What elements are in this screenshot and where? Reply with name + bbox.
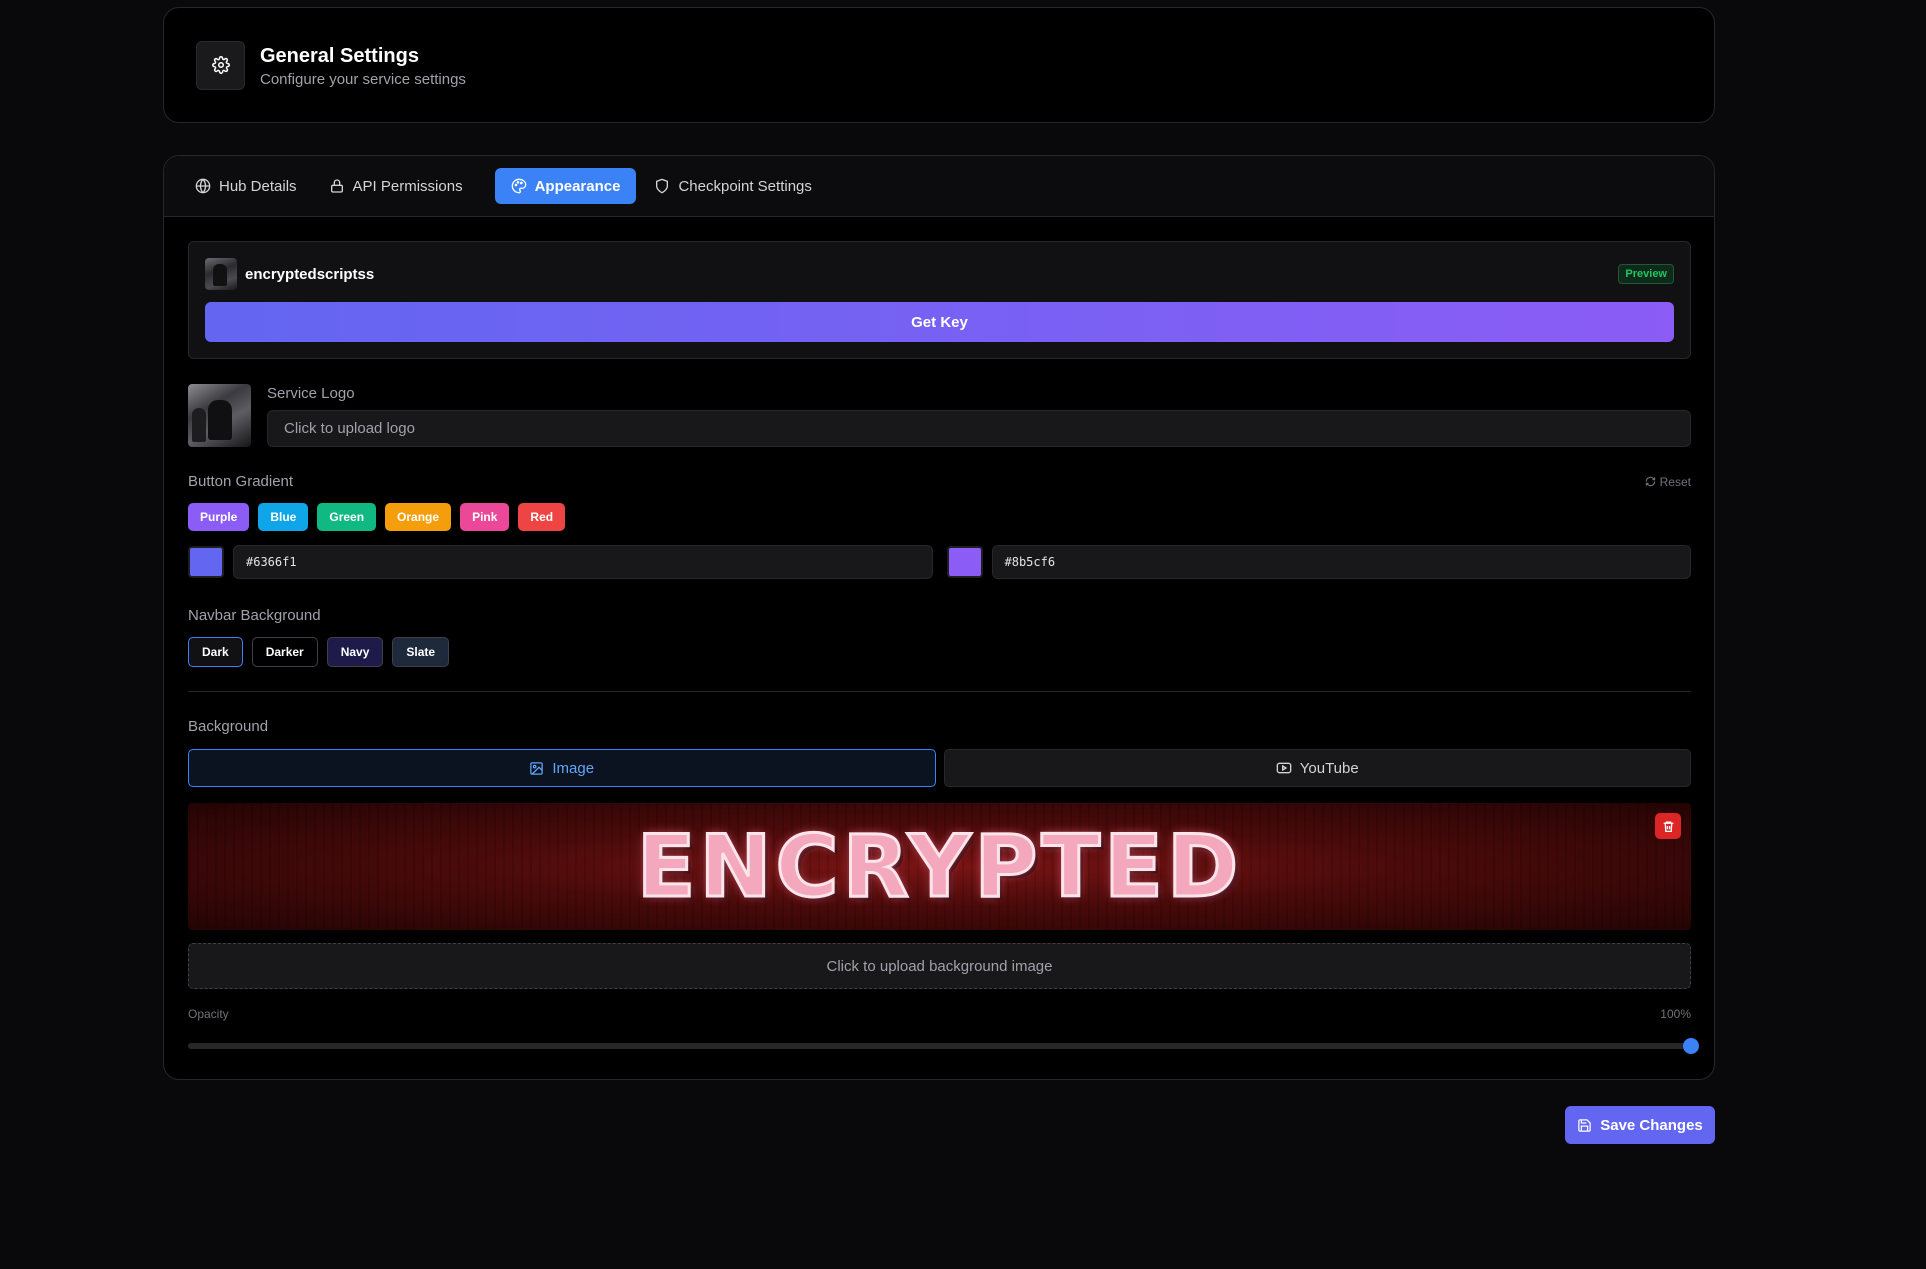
save-changes-button[interactable]: Save Changes [1565,1106,1715,1144]
refresh-icon [1645,476,1655,487]
shield-icon [656,178,669,194]
start-color-input[interactable]: #6366f1 [233,545,933,579]
tab-checkpoint-settings[interactable]: Checkpoint Settings [654,168,825,204]
preview-service-name: encryptedscriptss [245,265,375,283]
header-card: General Settings Configure your service … [163,7,1715,123]
preset-blue[interactable]: Blue [258,503,309,531]
tab-label: API Permissions [352,177,463,195]
youtube-toggle-label: YouTube [1299,759,1359,777]
preset-red[interactable]: Red [518,503,566,531]
background-image-preview: ENCRYPTED [188,803,1691,930]
tab-label: Hub Details [219,177,297,195]
preset-purple[interactable]: Purple [188,503,250,531]
avatar [205,258,237,290]
navbar-background-options: Dark Darker Navy Slate [188,637,1691,667]
opacity-slider[interactable] [188,1038,1699,1054]
navbar-background-label: Navbar Background [188,607,321,624]
settings-page: General Settings Configure your service … [163,7,1715,1080]
preview-panel: encryptedscriptss Preview Get Key [188,241,1691,359]
tab-label: Checkpoint Settings [678,177,812,195]
get-key-button[interactable]: Get Key [205,302,1674,342]
tab-label: Appearance [534,177,621,195]
image-icon [530,761,544,775]
preset-pink[interactable]: Pink [460,503,510,531]
background-image-toggle[interactable]: Image [188,749,936,787]
background-label: Background [188,718,269,735]
start-color-swatch[interactable] [188,546,224,578]
navbar-option-navy[interactable]: Navy [326,637,384,667]
globe-icon [195,178,211,194]
tab-bar: Hub Details API Permissions Appearance C… [164,156,1714,217]
palette-icon [511,178,526,194]
navbar-option-darker[interactable]: Darker [251,637,318,667]
tab-appearance[interactable]: Appearance [494,168,637,204]
logo-upload-field[interactable]: Click to upload logo [267,410,1691,447]
image-toggle-label: Image [552,759,595,777]
service-logo-label: Service Logo [267,385,355,402]
save-icon [1578,1118,1591,1132]
save-label: Save Changes [1600,1116,1703,1134]
page-subtitle: Configure your service settings [260,70,466,88]
trash-icon [1663,820,1673,832]
gradient-presets: Purple Blue Green Orange Pink Red [188,503,1691,531]
navbar-option-dark[interactable]: Dark [188,637,243,667]
preview-badge: Preview [1618,264,1674,284]
delete-background-button[interactable] [1655,813,1681,839]
preset-green[interactable]: Green [317,503,377,531]
tab-hub-details[interactable]: Hub Details [195,168,311,204]
lock-icon [330,179,343,193]
end-color-swatch[interactable] [946,546,983,578]
gear-icon [196,40,245,90]
divider [188,691,1691,692]
banner-text: ENCRYPTED [635,815,1243,918]
settings-card: Hub Details API Permissions Appearance C… [163,155,1715,1080]
opacity-slider-fill [188,1043,1691,1049]
opacity-slider-thumb[interactable] [1683,1038,1699,1054]
background-upload-field[interactable]: Click to upload background image [188,943,1691,989]
page-title: General Settings [260,44,419,67]
navbar-option-slate[interactable]: Slate [392,637,450,667]
background-youtube-toggle[interactable]: YouTube [943,749,1691,787]
end-color-input[interactable]: #8b5cf6 [991,545,1691,579]
button-gradient-label: Button Gradient [188,473,294,490]
preset-orange[interactable]: Orange [385,503,452,531]
youtube-icon [1276,762,1292,774]
service-logo-image [188,384,251,447]
opacity-label: Opacity [188,1007,229,1021]
reset-label: Reset [1659,474,1691,489]
reset-button[interactable]: Reset [1645,475,1691,489]
tab-api-permissions[interactable]: API Permissions [329,168,477,204]
opacity-value: 100% [1660,1007,1691,1021]
